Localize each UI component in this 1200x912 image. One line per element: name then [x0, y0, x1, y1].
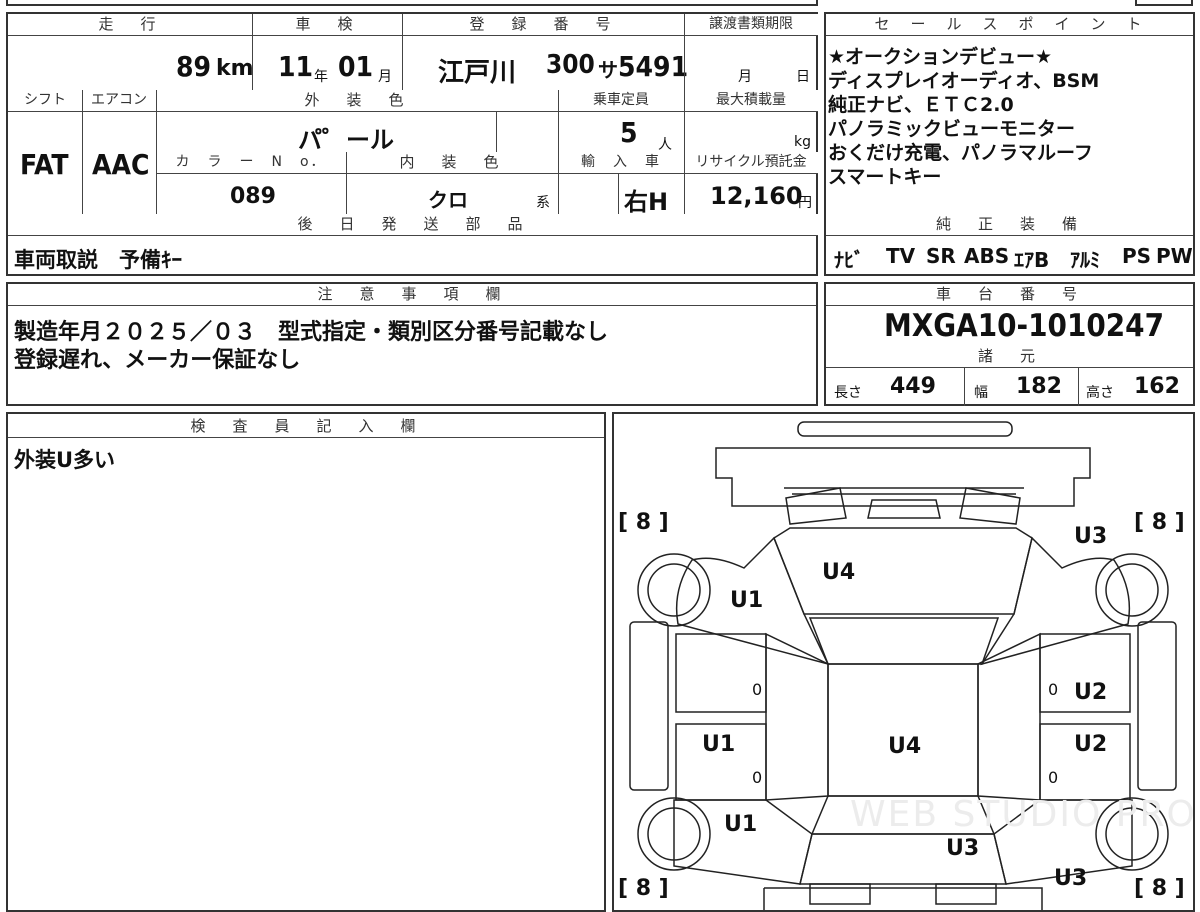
- shift-header: シフト: [8, 90, 82, 112]
- shift-value: FAT: [20, 148, 69, 181]
- mark-trunk: U3: [946, 836, 980, 861]
- mark-right-rear-door: U2: [1074, 732, 1108, 757]
- width-label: 幅: [974, 385, 988, 401]
- zero-right-rear: 0: [1048, 768, 1059, 787]
- chassis-header: 車 台 番 号: [826, 284, 1193, 306]
- sales-point-line: スマートキー: [828, 166, 942, 188]
- interior-color-suffix: 系: [536, 195, 550, 211]
- sales-point-line: ディスプレイオーディオ、BSM: [828, 70, 1100, 92]
- tire-rear-left-label: [ 8 ]: [618, 876, 669, 901]
- equipment-item: PS: [1122, 244, 1152, 268]
- recycle-value: 12,160: [710, 182, 803, 210]
- chassis-box: 車 台 番 号 MXGA10-1010247 諸 元 長さ 449 幅 182 …: [824, 282, 1195, 406]
- later-parts-header: 後 日 発 送 部 品: [8, 214, 818, 236]
- sales-points-box: セ ー ル ス ポ イ ン ト ★オークションデビュー★ ディスプレイオーディオ…: [824, 12, 1195, 276]
- equipment-item: ｴｱB: [1014, 248, 1050, 272]
- equipment-item: PW: [1156, 244, 1193, 268]
- mark-roof: U4: [888, 734, 922, 759]
- equipment-item: SR: [926, 244, 956, 268]
- equipment-item: ABS: [964, 244, 1010, 268]
- capacity-header: 乗車定員: [558, 90, 684, 112]
- deadline-month-unit: 月: [738, 69, 752, 85]
- zero-left-rear: 0: [752, 768, 763, 787]
- sales-point-line: 純正ナビ、ＥＴＣ2.0: [828, 94, 1014, 116]
- car-outline: [629, 421, 1177, 910]
- aircon-value: AAC: [92, 148, 150, 181]
- zero-right-front: 0: [1048, 680, 1059, 699]
- equipment-item: ｱﾙﾐ: [1070, 248, 1100, 272]
- inspector-box: 検 査 員 記 入 欄 外装U多い: [6, 412, 606, 912]
- inspector-header: 検 査 員 記 入 欄: [8, 414, 604, 438]
- registration-header: 登 録 番 号: [402, 14, 684, 36]
- inspection-header: 車 検: [252, 14, 402, 36]
- later-parts-value: 車両取説 予備ｷｰ: [14, 248, 182, 272]
- max-load-header: 最大積載量: [684, 90, 818, 112]
- mark-front-left-fender: U1: [730, 588, 764, 613]
- sales-point-line: パノラミックビューモニター: [828, 118, 1076, 140]
- exterior-color-value: パ゜ール: [298, 126, 394, 154]
- registration-class: 300: [546, 50, 595, 80]
- equipment-header: 純 正 装 備: [826, 214, 1193, 236]
- vehicle-info-box: 走 行 車 検 登 録 番 号 譲渡書類期限 89 km 11 年 01 月 江…: [6, 12, 818, 276]
- length-value: 449: [890, 374, 936, 399]
- capacity-value: 5: [620, 116, 638, 149]
- import-header: 輸 入 車: [558, 152, 684, 174]
- exterior-color-header: 外 装 色: [156, 90, 558, 112]
- inspection-year-unit: 年: [314, 69, 328, 85]
- notes-line: 登録遅れ、メーカー保証なし: [14, 348, 301, 373]
- car-diagram-box: [ 8 ] [ 8 ] [ 8 ] [ 8 ] U4 U1 U3 U4 U1 U…: [612, 412, 1195, 912]
- registration-number: 5491: [618, 50, 689, 83]
- deadline-day-unit: 日: [796, 69, 810, 85]
- inspector-text: 外装U多い: [14, 448, 116, 472]
- watermark: WEB STUDIO PRO: [850, 794, 1197, 835]
- color-no-value: 089: [230, 184, 276, 209]
- equipment-item: ﾅﾋﾞ: [834, 248, 864, 272]
- capacity-unit: 人: [658, 137, 672, 153]
- tire-front-left-label: [ 8 ]: [618, 510, 669, 535]
- mileage-unit: km: [216, 56, 254, 81]
- interior-color-value: クロ: [428, 188, 468, 212]
- mark-hood: U4: [822, 560, 856, 585]
- height-value: 162: [1134, 374, 1180, 399]
- length-label: 長さ: [834, 385, 862, 401]
- width-value: 182: [1016, 374, 1062, 399]
- recycle-header: リサイクル預託金: [684, 152, 818, 174]
- chassis-number: MXGA10-1010247: [884, 308, 1164, 344]
- top-strip: [6, 0, 818, 6]
- zero-left-front: 0: [752, 680, 763, 699]
- mark-right-front-door: U2: [1074, 680, 1108, 705]
- mileage-header: 走 行: [8, 14, 252, 36]
- mark-front-right-fender: U3: [1074, 524, 1108, 549]
- notes-box: 注 意 事 項 欄 製造年月２０２５／０３ 型式指定・類別区分番号記載なし 登録…: [6, 282, 818, 406]
- inspection-month-unit: 月: [378, 69, 392, 85]
- mark-left-front-door: U1: [702, 732, 736, 757]
- max-load-unit: kg: [794, 134, 811, 150]
- inspection-month: 01: [338, 50, 374, 83]
- registration-area: 江戸川: [438, 58, 517, 88]
- notes-header: 注 意 事 項 欄: [8, 284, 816, 306]
- equipment-item: TV: [886, 244, 916, 268]
- transfer-deadline-header: 譲渡書類期限: [684, 14, 818, 36]
- tire-rear-right-label: [ 8 ]: [1134, 876, 1185, 901]
- sales-point-line: おくだけ充電、パノラマルーフ: [828, 142, 1093, 164]
- top-strip-right: [1135, 0, 1193, 6]
- registration-kana: サ: [598, 58, 618, 82]
- sales-points-header: セ ー ル ス ポ イ ン ト: [826, 14, 1193, 36]
- height-label: 高さ: [1086, 385, 1114, 401]
- mark-rear-right: U3: [1054, 866, 1088, 891]
- color-no-header: カ ラ ー N o．: [156, 152, 346, 174]
- mileage-value: 89: [176, 50, 212, 83]
- inspection-year: 11: [278, 50, 314, 83]
- specs-header: 諸 元: [826, 346, 1193, 368]
- interior-color-header: 内 装 色: [346, 152, 558, 174]
- tire-front-right-label: [ 8 ]: [1134, 510, 1185, 535]
- aircon-header: エアコン: [82, 90, 156, 112]
- import-value: 右H: [624, 188, 669, 216]
- sales-point-line: ★オークションデビュー★: [828, 46, 1053, 68]
- mark-left-rear-door: U1: [724, 812, 758, 837]
- recycle-unit: 円: [798, 195, 812, 211]
